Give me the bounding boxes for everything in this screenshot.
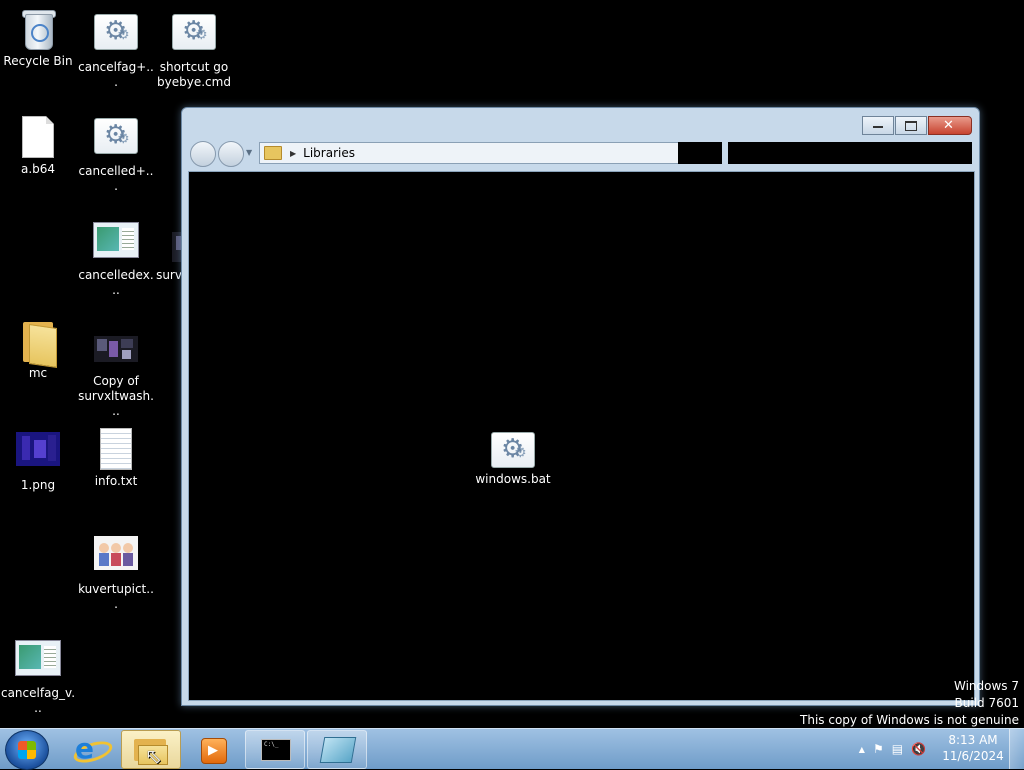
forward-button[interactable]	[218, 141, 244, 167]
desktop-icon-label: a.b64	[20, 162, 56, 176]
desktop-icon-kuvertupict[interactable]: kuvertupict...	[78, 532, 154, 612]
window-titlebar[interactable]	[182, 108, 979, 140]
close-button[interactable]	[928, 116, 972, 135]
show-hidden-icons-arrow[interactable]: ▲	[859, 745, 865, 754]
action-center-flag-icon[interactable]: ⚑	[873, 742, 884, 756]
taskbar-clock[interactable]: 8:13 AM 11/6/2024	[936, 732, 1010, 764]
genuine-watermark: Windows 7 Build 7601 This copy of Window…	[800, 678, 1019, 729]
mouse-cursor-icon: ⬁	[145, 744, 162, 768]
breadcrumb-libraries[interactable]: Libraries	[303, 146, 355, 160]
recycle-bin-icon	[14, 8, 62, 52]
desktop-icon-mc[interactable]: mc	[0, 320, 76, 381]
image-thumbnail-icon	[92, 336, 140, 372]
maximize-button[interactable]	[895, 116, 927, 135]
volume-muted-icon[interactable]: 🔇	[911, 742, 926, 756]
desktop-icon-1-png[interactable]: 1.png	[0, 428, 76, 493]
file-item-label: windows.bat	[475, 472, 551, 486]
file-list-pane[interactable]: windows.bat	[188, 171, 975, 701]
batch-file-icon	[170, 14, 218, 58]
image-thumbnail-icon	[14, 432, 62, 476]
desktop-icon-cancelfag[interactable]: cancelfag+...	[78, 12, 154, 90]
desktop-icon-label: Copy of survxltwash...	[78, 374, 154, 418]
batch-file-icon	[92, 118, 140, 162]
command-prompt-icon	[261, 739, 291, 761]
taskbar-media-player-button[interactable]	[183, 730, 243, 769]
desktop-icon-label: kuvertupict...	[78, 582, 154, 611]
folder-icon	[14, 320, 62, 368]
batch-file-icon	[92, 14, 140, 58]
window-controls	[861, 116, 972, 135]
desktop-icon-label: info.txt	[94, 474, 138, 488]
internet-explorer-icon[interactable]: e	[71, 734, 115, 767]
blank-file-icon	[14, 116, 62, 160]
clock-date: 11/6/2024	[942, 749, 1004, 763]
recent-pages-dropdown-icon[interactable]: ▼	[246, 148, 252, 157]
desktop-icon-label: shortcut go byebye.cmd	[157, 60, 231, 89]
taskbar-cmd-button[interactable]	[245, 730, 305, 769]
address-bar[interactable]: ▶ Libraries	[259, 142, 680, 164]
minimize-button[interactable]	[862, 116, 894, 135]
image-thumbnail-icon	[92, 536, 140, 580]
desktop-icon-shortcut-go-byebye[interactable]: shortcut go byebye.cmd	[156, 12, 232, 90]
text-file-icon	[92, 428, 140, 472]
desktop-icon-copy-of-survxltwash[interactable]: Copy of survxltwash...	[78, 330, 154, 419]
explorer-window[interactable]: ▼ ▶ Libraries windows.bat	[181, 107, 980, 706]
watermark-build: Build 7601	[954, 696, 1019, 710]
breadcrumb-arrow-icon[interactable]: ▶	[290, 149, 296, 158]
libraries-icon	[264, 146, 282, 160]
media-player-icon	[201, 738, 227, 764]
desktop-icon-label: cancelfag+...	[78, 60, 154, 89]
notepad-icon	[319, 737, 357, 763]
desktop-icon-label: Recycle Bin	[3, 54, 73, 68]
taskbar-notepad-button[interactable]	[307, 730, 367, 769]
clock-time: 8:13 AM	[948, 733, 998, 747]
desktop-icon-cancelledex[interactable]: cancelledex...	[78, 218, 154, 298]
desktop-icon-label: cancelled+...	[78, 164, 154, 193]
file-item-windows-bat[interactable]: windows.bat	[473, 430, 553, 486]
back-button[interactable]	[190, 141, 216, 167]
desktop-icon-label: cancelledex...	[78, 268, 154, 297]
executable-icon	[92, 222, 140, 266]
network-icon[interactable]: ▤	[892, 742, 903, 756]
address-dropdown[interactable]	[678, 142, 722, 164]
desktop-icon-a-b64[interactable]: a.b64	[0, 116, 76, 177]
batch-file-icon	[473, 432, 553, 468]
notification-area: ▲ ⚑ ▤ 🔇	[851, 729, 926, 769]
desktop-icon-recycle-bin[interactable]: Recycle Bin	[0, 8, 76, 69]
desktop-icon-label: mc	[28, 366, 48, 380]
navigation-toolbar: ▼ ▶ Libraries	[182, 140, 979, 167]
start-button[interactable]	[5, 730, 49, 770]
search-input[interactable]	[728, 142, 972, 164]
watermark-os-name: Windows 7	[953, 679, 1019, 693]
desktop-icon-label: 1.png	[20, 478, 56, 492]
desktop-icon-cancelfag-v[interactable]: cancelfag_v...	[0, 636, 76, 716]
show-desktop-button[interactable]	[1009, 729, 1024, 769]
executable-icon	[14, 640, 62, 684]
watermark-notice: This copy of Windows is not genuine	[800, 713, 1019, 727]
desktop-icon-info-txt[interactable]: info.txt	[78, 428, 154, 489]
desktop-icon-label: cancelfag_v...	[0, 686, 76, 715]
desktop-icon-cancelled[interactable]: cancelled+...	[78, 116, 154, 194]
